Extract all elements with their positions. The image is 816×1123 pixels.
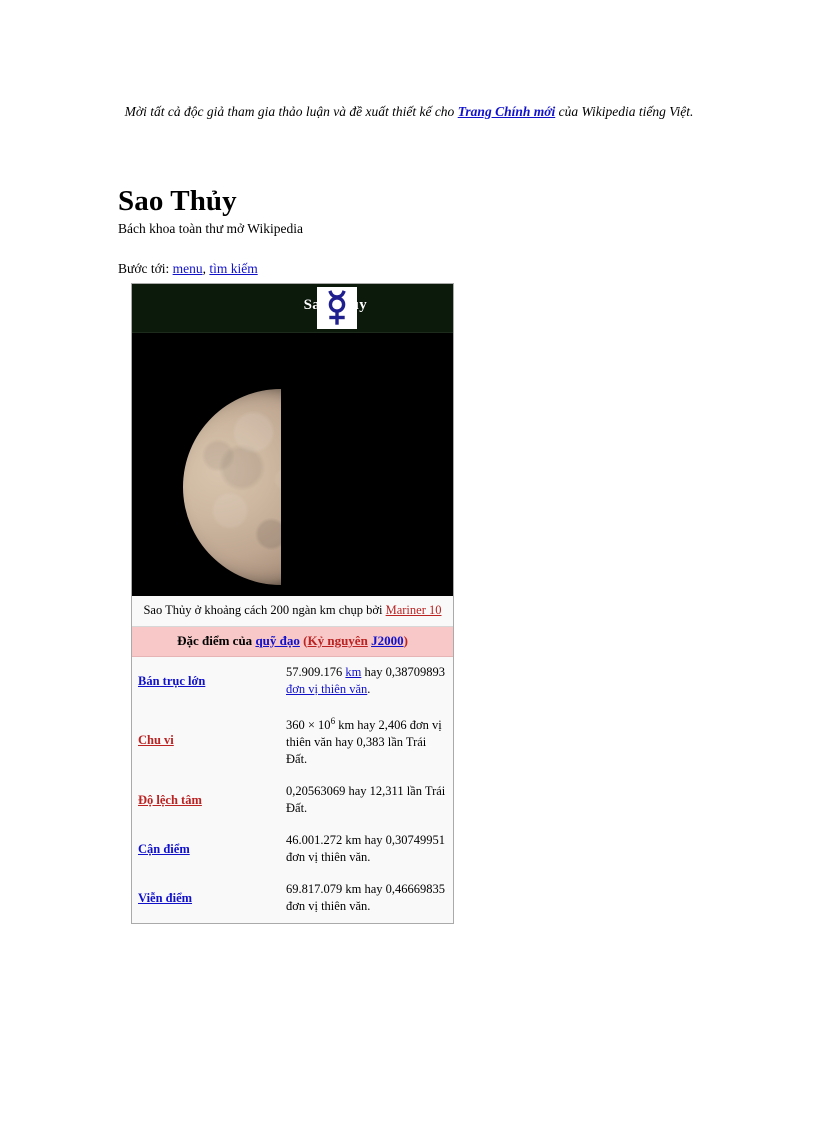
mercury-symbol-icon: [317, 287, 357, 329]
photo-caption-link-mariner-10[interactable]: Mariner 10: [386, 603, 442, 617]
table-row: Độ lệch tâm 0,20563069 hay 12,311 lần Trá…: [132, 776, 453, 825]
value-text: 0,20563069 hay 12,311 lần Trái Đất.: [286, 784, 446, 816]
page-title: Sao Thủy: [118, 185, 237, 218]
document-page: Mời tất cả độc giả tham gia thảo luận và…: [0, 0, 816, 1123]
section-link-ky-nguyen[interactable]: Kỷ nguyên: [307, 633, 367, 648]
section-link-quy-dao[interactable]: quỹ đạo: [255, 633, 299, 648]
value-text: 360 × 10: [286, 718, 331, 733]
planet-infobox: Sao Thủy: [131, 283, 454, 925]
orbital-row-value: 46.001.272 km hay 0,30749951 đơn vị thiê…: [284, 825, 453, 874]
sitenotice-text-after: của Wikipedia tiếng Việt.: [555, 104, 694, 119]
value-link[interactable]: km: [345, 665, 361, 679]
section-prefix: Đặc điểm của: [177, 633, 256, 648]
value-text: 46.001.272 km hay 0,30749951 đơn vị thiê…: [286, 833, 446, 865]
value-text: .: [367, 682, 371, 696]
section-close-paren: ): [403, 633, 408, 648]
value-link[interactable]: đơn vị thiên văn: [286, 682, 367, 696]
orbital-label-link[interactable]: Chu vi: [138, 733, 174, 747]
planet-photo: [132, 333, 453, 596]
jump-to-label: Bước tới:: [118, 261, 170, 276]
sitenotice-banner: Mời tất cả độc giả tham gia thảo luận và…: [118, 101, 700, 122]
orbital-data-body: Bán trục lớn 57.909.176 km hay 0,38709893…: [132, 657, 453, 923]
orbital-label-link[interactable]: Viễn điểm: [138, 891, 192, 905]
orbital-label-link[interactable]: Độ lệch tâm: [138, 793, 202, 807]
photo-caption: Sao Thủy ở khoảng cách 200 ngàn km chụp …: [132, 596, 453, 627]
value-text: 69.817.079 km hay 0,46669835 đơn vị thiê…: [286, 882, 446, 914]
jump-to-nav: Bước tới: menu, tìm kiếm: [118, 261, 258, 277]
jump-to-search-link[interactable]: tìm kiếm: [209, 261, 257, 276]
jump-to-separator: ,: [202, 261, 206, 276]
orbital-row-value: 0,20563069 hay 12,311 lần Trái Đất.: [284, 776, 453, 825]
orbital-row-value: 360 × 106 km hay 2,406 đơn vị thiên văn …: [284, 706, 453, 776]
infobox-header: Sao Thủy: [132, 284, 453, 333]
value-text: 57.909.176: [286, 665, 346, 679]
orbital-label-link[interactable]: Bán trục lớn: [138, 674, 205, 688]
orbital-row-value: 57.909.176 km hay 0,38709893 đơn vị thiê…: [284, 657, 453, 706]
orbital-row-label: Bán trục lớn: [132, 657, 284, 706]
infobox-section-header-orbit: Đặc điểm của quỹ đạo (Kỷ nguyên J2000): [132, 627, 453, 657]
table-row: Viễn điểm 69.817.079 km hay 0,46669835 đơ…: [132, 874, 453, 923]
orbital-label-link[interactable]: Cận điểm: [138, 842, 190, 856]
orbital-row-value: 69.817.079 km hay 0,46669835 đơn vị thiê…: [284, 874, 453, 923]
orbital-data-table: Bán trục lớn 57.909.176 km hay 0,38709893…: [132, 657, 453, 924]
section-link-j2000[interactable]: J2000: [371, 633, 404, 648]
table-row: Bán trục lớn 57.909.176 km hay 0,38709893…: [132, 657, 453, 706]
orbital-row-label: Viễn điểm: [132, 874, 284, 923]
photo-caption-text: Sao Thủy ở khoảng cách 200 ngàn km chụp …: [143, 603, 386, 617]
site-tagline: Bách khoa toàn thư mở Wikipedia: [118, 221, 303, 236]
sitenotice-text-before: Mời tất cả độc giả tham gia thảo luận và…: [124, 104, 458, 119]
table-row: Cận điểm 46.001.272 km hay 0,30749951 đơn…: [132, 825, 453, 874]
jump-to-menu-link[interactable]: menu: [173, 261, 203, 276]
orbital-row-label: Chu vi: [132, 706, 284, 776]
value-text: hay 0,38709893: [361, 665, 446, 679]
planet-photo-frame: [133, 388, 452, 593]
table-row: Chu vi 360 × 106 km hay 2,406 đơn vị thiê…: [132, 706, 453, 776]
planet-terminator-shadow: [281, 388, 380, 586]
orbital-row-label: Cận điểm: [132, 825, 284, 874]
orbital-row-label: Độ lệch tâm: [132, 776, 284, 825]
sitenotice-link-trang-chinh-moi[interactable]: Trang Chính mới: [458, 104, 556, 119]
